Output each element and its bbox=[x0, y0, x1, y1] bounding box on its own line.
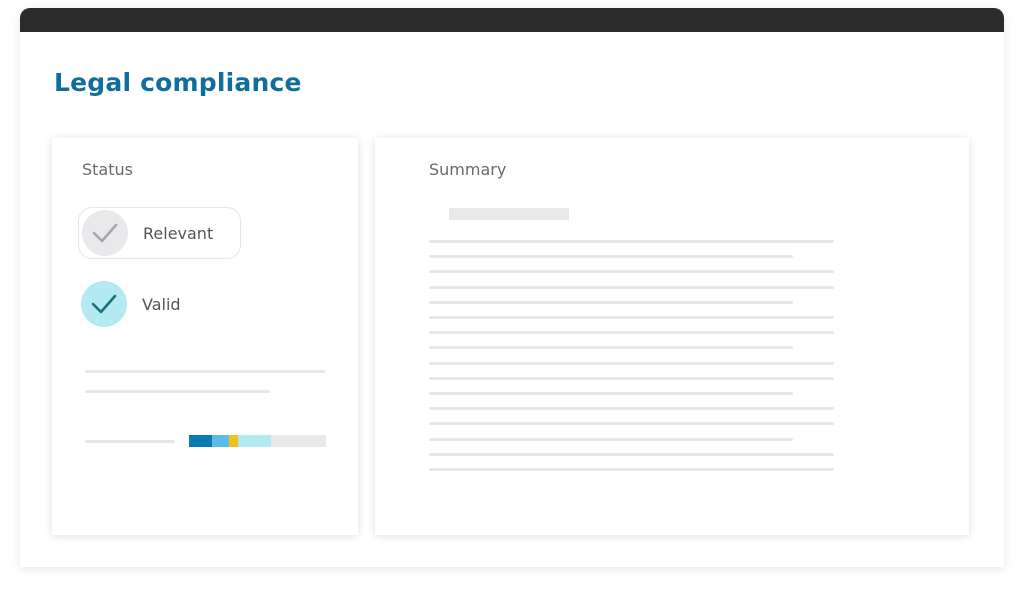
placeholder-line bbox=[429, 407, 834, 411]
placeholder-line bbox=[429, 468, 834, 471]
progress-segment bbox=[238, 435, 272, 447]
progress-segment bbox=[271, 435, 326, 447]
placeholder-line bbox=[429, 285, 834, 289]
status-option-label: Valid bbox=[142, 294, 181, 314]
summary-heading: Summary bbox=[429, 160, 507, 179]
summary-subtitle-placeholder bbox=[449, 208, 569, 220]
status-option-valid[interactable]: Valid bbox=[78, 278, 241, 330]
placeholder-line bbox=[429, 376, 834, 380]
placeholder-line bbox=[429, 422, 834, 426]
placeholder-line bbox=[429, 300, 793, 304]
app-window: Legal compliance Status Relevant Valid S… bbox=[20, 8, 1004, 567]
placeholder-line bbox=[429, 316, 834, 319]
placeholder-line bbox=[429, 392, 793, 395]
check-icon bbox=[82, 210, 128, 256]
progress-segment bbox=[189, 435, 213, 447]
placeholder-line bbox=[85, 370, 325, 373]
placeholder-line bbox=[429, 437, 793, 441]
progress-segment bbox=[212, 435, 229, 447]
status-card: Status Relevant Valid bbox=[52, 138, 358, 535]
placeholder-line bbox=[429, 361, 834, 365]
progress-bar bbox=[189, 435, 326, 447]
summary-card: Summary bbox=[375, 138, 969, 535]
placeholder-line bbox=[429, 452, 834, 456]
status-option-label: Relevant bbox=[143, 223, 214, 243]
status-option-relevant[interactable]: Relevant bbox=[78, 207, 241, 259]
placeholder-line bbox=[429, 346, 793, 350]
window-titlebar bbox=[20, 8, 1004, 32]
placeholder-line bbox=[429, 331, 834, 335]
check-icon bbox=[81, 281, 127, 327]
page-title: Legal compliance bbox=[54, 68, 302, 97]
status-heading: Status bbox=[82, 160, 133, 179]
placeholder-line bbox=[429, 240, 834, 243]
placeholder-line bbox=[429, 270, 834, 274]
placeholder-line bbox=[85, 390, 270, 393]
progress-segment bbox=[228, 435, 239, 447]
placeholder-line bbox=[429, 255, 793, 259]
placeholder-line bbox=[85, 440, 175, 443]
